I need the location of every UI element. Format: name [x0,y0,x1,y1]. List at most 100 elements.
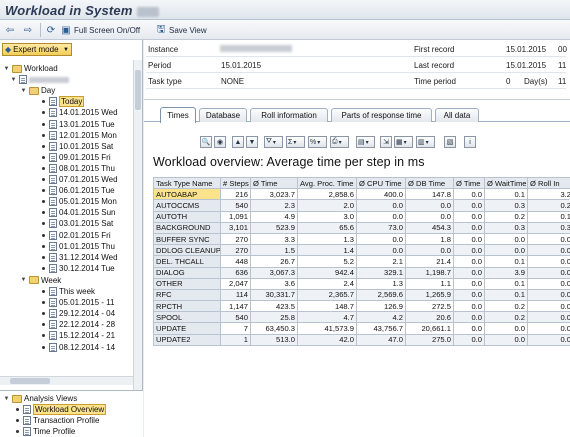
tree-node-week[interactable]: ▼ Week [20,275,62,286]
total-button[interactable]: Σ [286,136,305,148]
expert-mode-dropdown[interactable]: ◆ Expert mode ▼ [2,43,72,56]
tree-item-week[interactable]: This week [42,286,95,297]
table-cell: 0.1 [527,210,570,223]
tree-item-day[interactable]: 14.01.2015 Wed [42,107,118,118]
sort-ascending-button[interactable]: ▲ [232,136,244,148]
column-header[interactable]: Ø Time [453,176,485,190]
tree-horizontal-scrollbar[interactable] [0,376,133,385]
table-cell: 126.9 [356,300,406,313]
tab-database[interactable]: Database [199,108,247,122]
task-type-cell: BACKGROUND [153,221,221,234]
tree-item-week[interactable]: 22.12.2014 - 28 [42,319,115,330]
tab-roll-information[interactable]: Roll information [250,108,328,122]
table-row[interactable]: BUFFER SYNC 270 3.3 1.3 0.0 1.8 0.0 0.0 0.0 [153,232,570,246]
column-header[interactable]: Ø Time [250,176,298,190]
tree-item-day[interactable]: 10.01.2015 Sat [42,141,113,152]
analysis-item-workload-overview[interactable]: Workload Overview [16,404,107,415]
tree-item-day[interactable]: 04.01.2015 Sun [42,207,116,218]
tree-item-day[interactable]: 02.01.2015 Fri [42,230,111,241]
full-screen-button[interactable]: ▣ Full Screen On/Off [60,23,140,37]
grid-title: Workload overview: Average time per step… [153,155,425,169]
tree-item-day[interactable]: 07.01.2015 Wed [42,174,118,185]
tree-node-workload[interactable]: ▼ Workload [3,63,58,74]
tree-vertical-scrollbar[interactable] [133,60,142,418]
table-cell: 41,573.9 [297,322,357,335]
tree-item-day[interactable]: 31.12.2014 Wed [42,252,118,263]
tree-item-day[interactable]: 01.01.2015 Thu [42,241,115,252]
tree-item-day[interactable]: 03.01.2015 Sat [42,218,113,229]
table-row[interactable]: UPDATE2 1 513.0 42.0 47.0 275.0 0.0 0.0 0.0 [153,333,570,346]
back-button[interactable]: ⇦ [4,23,16,37]
tree-item-week[interactable]: 05.01.2015 - 11 [42,297,114,308]
forward-button[interactable]: ⇨ [22,23,34,37]
folder-icon [12,394,22,403]
tree-item-day[interactable]: 13.01.2015 Tue [42,119,115,130]
save-view-button[interactable]: 🖫 Save View [155,23,207,37]
tree-item-day[interactable]: Today [42,96,85,108]
tree-item-day[interactable]: 09.01.2015 Fri [42,152,111,163]
table-cell: 0.3 [484,221,528,234]
info-button[interactable]: i [464,136,476,148]
table-row[interactable]: DDLOG CLEANUP 270 1.5 1.4 0.0 0.0 0.0 0.0 0.0 [153,244,570,257]
task-type-cell: AUTOABAP [153,188,221,201]
tree-item-week[interactable]: 15.12.2014 - 21 [42,330,115,341]
collapse-icon: ▼ [3,65,10,72]
table-row[interactable]: DEL. THCALL 448 26.7 5.2 2.1 21.4 0.0 0.1 0.0 [153,255,570,268]
column-header[interactable]: Avg. Proc. Time [297,176,357,190]
tree-item-day[interactable]: 06.01.2015 Tue [42,185,115,196]
tab-parts-of-response-time[interactable]: Parts of response time [331,108,432,122]
table-row[interactable]: BACKGROUND 3,101 523.9 65.6 73.0 454.3 0.0 0.3 0… [153,221,570,234]
tree-item-day[interactable]: 12.01.2015 Mon [42,130,117,141]
table-row[interactable]: SPOOL 540 25.8 4.7 4.2 20.6 0.0 0.2 0.0 [153,311,570,324]
table-row[interactable]: OTHER 2,047 3.6 2.4 1.3 1.1 0.0 0.1 0.0 [153,277,570,290]
views-button[interactable]: ▤ [356,136,375,148]
task-type-value: NONE [221,77,245,86]
analysis-item-transaction-profile[interactable]: Transaction Profile [16,415,99,426]
refresh-button[interactable]: ⟳ [45,23,57,37]
full-screen-label: Full Screen On/Off [74,25,141,35]
column-header[interactable]: # Steps [220,176,251,190]
tree-item-day[interactable]: 30.12.2014 Tue [42,263,115,274]
column-header[interactable]: Ø WaitTime [484,176,528,190]
print-button[interactable]: ⎙ [330,136,349,148]
tree-item-day[interactable]: 05.01.2015 Mon [42,196,117,207]
column-header[interactable]: Ø Roll In [527,176,570,190]
select-layout-button[interactable]: ▧ [444,136,456,148]
tab-times[interactable]: Times [160,107,196,123]
table-row[interactable]: UPDATE 7 63,450.3 41,573.9 43,756.7 20,661.1 0… [153,322,570,335]
table-cell: 423.5 [250,300,298,313]
report-icon [49,342,57,352]
table-row[interactable]: RPCTH 1,147 423.5 148.7 126.9 272.5 0.0 0.2 0.0 [153,300,570,313]
table-cell: 0.0 [527,322,570,335]
sort-descending-button[interactable]: ▼ [246,136,258,148]
analysis-views-node[interactable]: ▼ Analysis Views [3,393,78,404]
details-button[interactable]: 🔍 [200,136,212,148]
subtotal-button[interactable]: % [308,136,327,148]
tree-item-week[interactable]: 29.12.2014 - 04 [42,308,115,319]
table-row[interactable]: AUTOABAP 216 3,023.7 2,858.6 400.0 147.8 0.0 0.… [153,188,570,201]
layout-button[interactable]: ▦ [394,136,413,148]
table-cell: 1.3 [356,277,406,290]
tree-node-day[interactable]: ▼ Day [20,85,56,96]
table-row[interactable]: DIALOG 636 3,067.3 942.4 329.1 1,198.7 0.0 3.9 0… [153,266,570,279]
export-button[interactable]: ⇲ [380,136,392,148]
tree-node-system[interactable]: ▼ [10,74,69,85]
task-type-cell: DIALOG [153,266,221,279]
graphic-button[interactable]: ▥ [416,136,435,148]
tab-all-data[interactable]: All data [435,108,479,122]
filter-button[interactable]: ⛛ [264,136,283,148]
table-cell: 0.0 [356,232,406,246]
table-row[interactable]: AUTOTH 1,091 4.9 3.0 0.0 0.0 0.0 0.2 0.1 [153,210,570,223]
tree-item-week[interactable]: 08.12.2014 - 14 [42,342,115,353]
table-row[interactable]: RFC 114 30,331.7 2,365.7 2,569.6 1,265.9 0.0 0.… [153,288,570,302]
tree-item-day[interactable]: 08.01.2015 Thu [42,163,115,174]
column-header[interactable]: Ø CPU Time [356,176,406,190]
analysis-item-time-profile[interactable]: Time Profile [16,426,75,437]
column-header[interactable]: Task Type Name [153,176,221,190]
find-button[interactable]: ◉ [214,136,226,148]
table-row[interactable]: AUTOCCMS 540 2.3 2.0 0.0 0.0 0.0 0.3 0.2 [153,199,570,212]
column-header[interactable]: Ø DB Time [405,176,454,190]
table-cell: 4.9 [250,210,298,223]
sort-ascending-icon: ▲ [234,138,242,146]
table-cell: 20,661.1 [405,322,454,335]
